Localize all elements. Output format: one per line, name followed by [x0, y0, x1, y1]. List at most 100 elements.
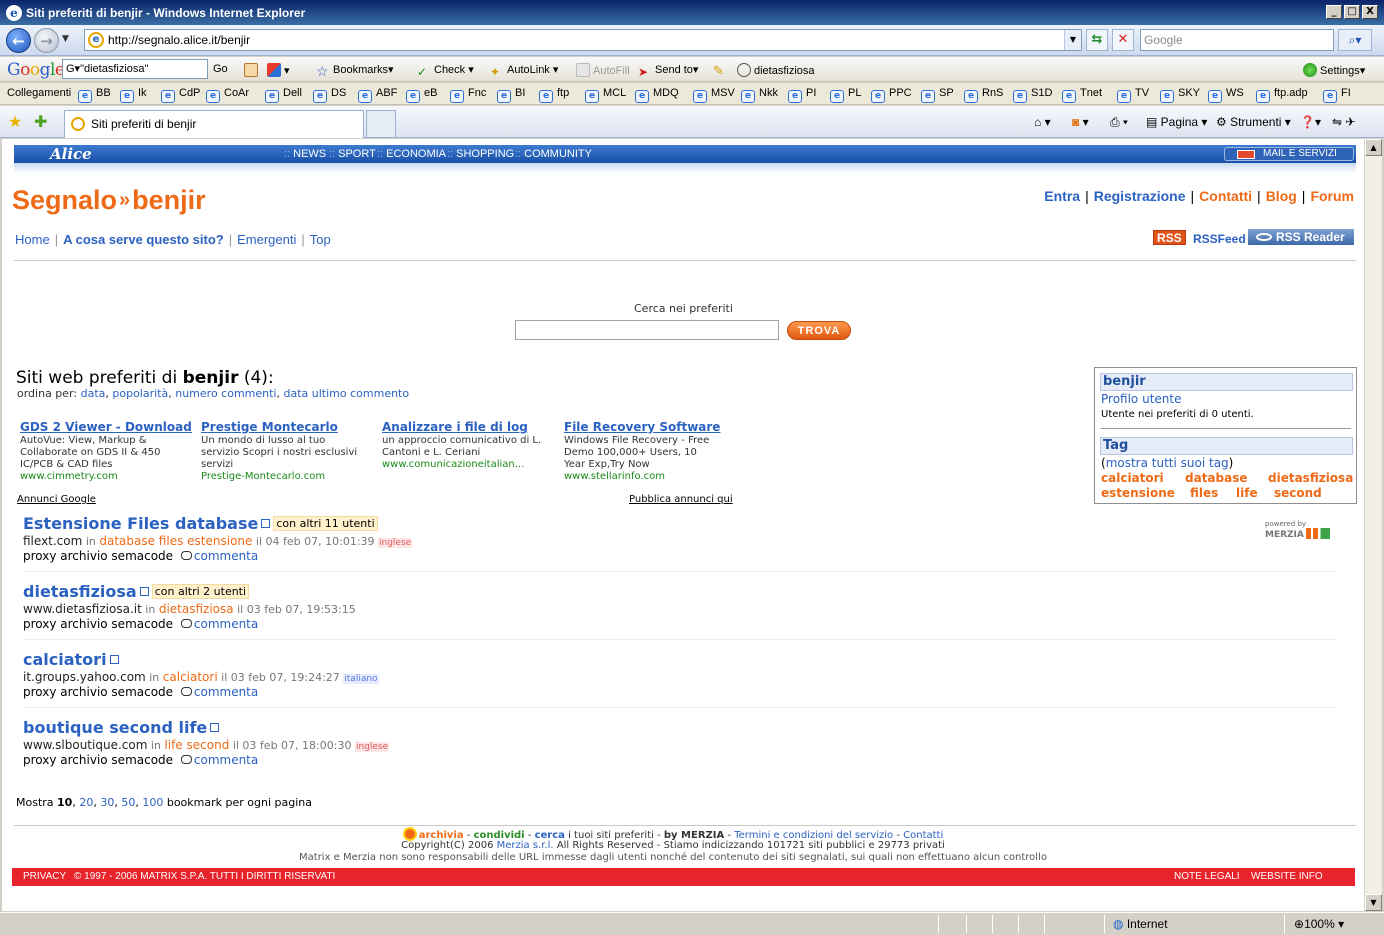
bookmark-others-badge[interactable]: con altri 11 utenti: [273, 516, 378, 531]
minimize-button[interactable]: _: [1326, 5, 1342, 19]
link-coar[interactable]: e CoAr: [206, 87, 249, 103]
page-menu-button[interactable]: ▤ Pagina ▾: [1146, 115, 1207, 129]
address-url[interactable]: http://segnalo.alice.it/benjir: [108, 33, 250, 47]
toolbar-autofill-button[interactable]: AutoFill: [576, 63, 630, 77]
link-mcl[interactable]: e MCL: [585, 87, 626, 103]
ad-title[interactable]: Analizzare i file di log: [382, 420, 562, 434]
ad-url[interactable]: www.stellarinfo.com: [564, 471, 744, 483]
toolbar-tools-icon[interactable]: [244, 63, 261, 77]
toolbar-highlight-button[interactable]: ✎: [713, 63, 730, 78]
registrazione-link[interactable]: Registrazione: [1094, 188, 1186, 204]
powered-by-merzia-logo[interactable]: powered by MERZIA: [1265, 520, 1331, 540]
tab-siti-preferiti[interactable]: Siti preferiti di benjir: [64, 110, 364, 138]
sidebar-tag-link[interactable]: files: [1190, 486, 1218, 500]
sidebar-tag-link[interactable]: second: [1274, 486, 1322, 500]
link-bb[interactable]: e BB: [78, 87, 111, 103]
per-page-20-link[interactable]: 20: [79, 796, 93, 809]
ad-title[interactable]: Prestige Montecarlo: [201, 420, 381, 434]
comment-link[interactable]: commenta: [194, 617, 258, 631]
ad-title[interactable]: GDS 2 Viewer - Download: [20, 420, 200, 434]
feeds-icon[interactable]: ◙ ▾: [1072, 115, 1089, 129]
annunci-google-link[interactable]: Annunci Google: [17, 494, 96, 505]
address-bar[interactable]: e http://segnalo.alice.it/benjir ▼: [84, 29, 1082, 51]
internet-zone[interactable]: ◍ Internet: [1113, 917, 1168, 931]
toolbar-query-button[interactable]: dietasfiziosa: [737, 63, 815, 77]
toolbar-bookmarks-button[interactable]: ☆ Bookmarks▾: [316, 63, 394, 79]
link-rns[interactable]: e RnS: [964, 87, 1003, 103]
recent-pages-dropdown[interactable]: ▼: [62, 34, 69, 44]
sort-commenti-link[interactable]: numero commenti: [175, 387, 276, 400]
sort-popolarita-link[interactable]: popolarità: [112, 387, 168, 400]
link-s1d[interactable]: e S1D: [1013, 87, 1052, 103]
privacy-link[interactable]: PRIVACY: [23, 868, 66, 886]
toolbar-settings-button[interactable]: Settings▾: [1303, 63, 1365, 77]
blog-link[interactable]: Blog: [1266, 188, 1297, 204]
new-tab-button[interactable]: [366, 110, 396, 137]
ad-item[interactable]: Analizzare i file di log un approccio co…: [382, 420, 562, 471]
bookmark-others-badge[interactable]: con altri 2 utenti: [151, 584, 250, 599]
sidebar-tag-link[interactable]: calciatori: [1101, 471, 1164, 485]
print-icon[interactable]: ⎙ ▾: [1110, 115, 1128, 130]
home-link[interactable]: Home: [15, 232, 50, 247]
sidebar-tag-link[interactable]: database: [1185, 471, 1248, 485]
toolbar-go-button[interactable]: Go: [213, 63, 228, 75]
per-page-100-link[interactable]: 100: [142, 796, 163, 809]
bookmark-tags[interactable]: dietasfiziosa: [159, 602, 234, 616]
link-mdq[interactable]: e MDQ: [635, 87, 679, 103]
ad-item[interactable]: Prestige Montecarlo Un mondo di lusso al…: [201, 420, 381, 483]
comment-link[interactable]: commenta: [194, 549, 258, 563]
research-icon[interactable]: ⇋ ✈: [1332, 115, 1355, 129]
alice-nav-sport[interactable]: :: SPORT: [329, 148, 376, 160]
link-ftp-adp[interactable]: e ftp.adp: [1256, 87, 1308, 103]
external-link-icon[interactable]: [109, 655, 119, 664]
link-sky[interactable]: e SKY: [1160, 87, 1200, 103]
ad-title[interactable]: File Recovery Software: [564, 420, 744, 434]
bookmark-actions[interactable]: proxy archivio semacode: [23, 753, 177, 767]
rss-reader-button[interactable]: RSS Reader: [1248, 229, 1354, 245]
bookmark-tags[interactable]: calciatori: [163, 670, 218, 684]
bookmark-tags[interactable]: database files estensione: [99, 534, 252, 548]
link-cdp[interactable]: e CdP: [161, 87, 200, 103]
scroll-down-icon[interactable]: ▼: [1365, 894, 1382, 911]
mail-servizi-button[interactable]: MAIL E SERVIZI: [1224, 147, 1354, 161]
external-link-icon[interactable]: [139, 587, 149, 596]
refresh-button[interactable]: ⇆: [1086, 29, 1108, 51]
link-sp[interactable]: e SP: [921, 87, 954, 103]
bookmark-actions[interactable]: proxy archivio semacode: [23, 685, 177, 699]
website-info-link[interactable]: WEBSITE INFO: [1251, 868, 1323, 886]
pubblica-annunci-link[interactable]: Pubblica annunci qui: [629, 494, 733, 505]
sidebar-tag-link[interactable]: estensione: [1101, 486, 1175, 500]
scroll-up-icon[interactable]: ▲: [1365, 139, 1382, 156]
bookmark-title-link[interactable]: Estensione Files database: [23, 514, 258, 533]
top-link[interactable]: Top: [310, 232, 331, 247]
help-icon[interactable]: ❓▾: [1300, 115, 1321, 129]
search-input[interactable]: Google: [1140, 29, 1334, 51]
link-fnc[interactable]: e Fnc: [450, 87, 486, 103]
alice-nav-news[interactable]: :: NEWS: [284, 148, 326, 160]
sidebar-tag-link[interactable]: life: [1236, 486, 1258, 500]
sort-ultimo-commento-link[interactable]: data ultimo commento: [284, 387, 410, 400]
ad-item[interactable]: File Recovery Software Windows File Reco…: [564, 420, 744, 483]
ad-url[interactable]: www.comunicazioneitalian...: [382, 459, 562, 471]
external-link-icon[interactable]: [261, 519, 271, 528]
ad-item[interactable]: GDS 2 Viewer - Download AutoVue: View, M…: [20, 420, 200, 483]
zoom-level[interactable]: ⊕100% ▾: [1294, 917, 1344, 931]
link-ds[interactable]: e DS: [313, 87, 346, 103]
toolbar-autolink-button[interactable]: ✦ AutoLink ▾: [490, 63, 558, 79]
link-ftp[interactable]: e ftp: [539, 87, 569, 103]
search-icon[interactable]: ⌕▾: [1338, 29, 1372, 51]
link-fi[interactable]: e FI: [1323, 87, 1351, 103]
link-msv[interactable]: e MSV: [693, 87, 735, 103]
about-link[interactable]: A cosa serve questo sito?: [63, 232, 224, 247]
toolbar-check-button[interactable]: ✓ Check ▾: [417, 63, 474, 79]
link-tnet[interactable]: e Tnet: [1062, 87, 1102, 103]
link-bi[interactable]: e BI: [497, 87, 525, 103]
search-favorites-input[interactable]: [515, 320, 779, 340]
toolbar-search-input[interactable]: G▾"dietasfiziosa": [62, 59, 208, 79]
bookmark-title-link[interactable]: dietasfiziosa: [23, 582, 137, 601]
link-ws[interactable]: e WS: [1208, 87, 1244, 103]
alice-nav-shopping[interactable]: :: SHOPPING: [447, 148, 514, 160]
mostra-tutti-tag-link[interactable]: mostra tutti suoi tag: [1106, 456, 1229, 470]
link-tv[interactable]: e TV: [1117, 87, 1149, 103]
link-abf[interactable]: e ABF: [358, 87, 397, 103]
